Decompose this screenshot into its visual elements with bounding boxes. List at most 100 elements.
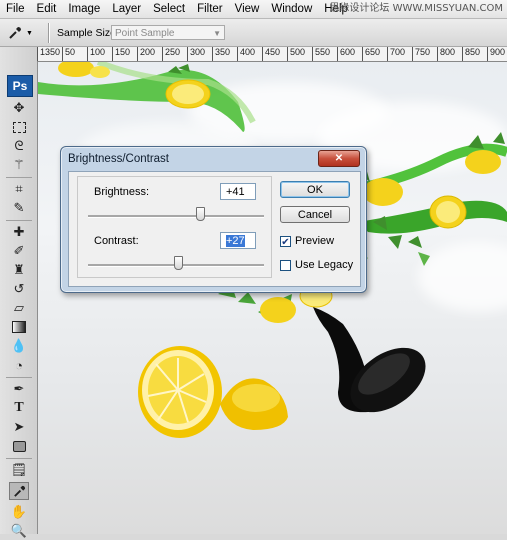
cancel-button[interactable]: Cancel xyxy=(280,206,350,223)
adjustment-group: Brightness: +41 Contrast: +27 xyxy=(77,176,272,278)
ruler-tick: 750 xyxy=(412,47,430,61)
brightness-contrast-dialog: Brightness/Contrast ✕ Brightness: +41 Co… xyxy=(60,146,367,293)
close-button[interactable]: ✕ xyxy=(318,150,360,167)
clone-stamp-icon[interactable]: ♜ xyxy=(9,261,29,279)
ruler-tick: 400 xyxy=(237,47,255,61)
use-legacy-option[interactable]: Use Legacy xyxy=(280,259,353,271)
dodge-icon[interactable]: ◔ xyxy=(9,356,29,374)
ruler-tick: 300 xyxy=(187,47,205,61)
lemon xyxy=(363,178,403,206)
artwork xyxy=(38,62,507,438)
use-legacy-checkbox[interactable] xyxy=(280,259,291,271)
ruler-tick: 200 xyxy=(137,47,155,61)
toolbox: Ps ✥ ᘓ ⚚ ⌗ ✎ ✚ ✐ ♜ ↺ ▱ 💧 ◔ ✒ T ➤ 🗒 ✋ 🔍 xyxy=(0,47,38,538)
lemon xyxy=(58,62,94,77)
magic-wand-icon[interactable]: ⚚ xyxy=(9,156,29,174)
preview-checkbox[interactable]: ✔ xyxy=(280,235,291,248)
ruler-tick: 800 xyxy=(437,47,455,61)
options-separator xyxy=(48,23,49,43)
contrast-slider-thumb[interactable] xyxy=(174,256,184,270)
lemon-slice xyxy=(436,201,460,223)
contrast-value: +27 xyxy=(226,235,245,247)
ruler-tick: 150 xyxy=(112,47,130,61)
ruler-tick: 900 xyxy=(487,47,505,61)
pen-icon[interactable]: ✒ xyxy=(9,380,29,398)
ruler-tick: 700 xyxy=(387,47,405,61)
sample-size-select[interactable]: Point Sample ▼ xyxy=(111,25,225,40)
brush-icon[interactable]: ✐ xyxy=(9,242,29,260)
brightness-slider-track[interactable] xyxy=(88,215,264,218)
blur-icon[interactable]: 💧 xyxy=(9,337,29,355)
notes-icon[interactable]: 🗒 xyxy=(9,461,29,479)
options-bar: ▼ Sample Size: Point Sample ▼ xyxy=(0,19,507,47)
healing-brush-icon[interactable]: ✚ xyxy=(9,223,29,241)
lemon xyxy=(90,66,110,78)
ruler-tick: 450 xyxy=(262,47,280,61)
dialog-body: Brightness: +41 Contrast: +27 OK Cancel … xyxy=(68,171,361,287)
brightness-label: Brightness: xyxy=(94,186,150,198)
sample-size-value: Point Sample xyxy=(115,28,175,39)
brightness-field[interactable]: +41 xyxy=(220,183,256,200)
zoom-icon[interactable]: 🔍 xyxy=(9,522,29,540)
contrast-field[interactable]: +27 xyxy=(220,232,256,249)
type-icon[interactable]: T xyxy=(9,399,29,417)
marquee-icon[interactable] xyxy=(9,118,29,136)
eyedropper-icon[interactable] xyxy=(9,482,29,500)
toolbox-divider xyxy=(6,458,32,459)
path-selection-icon[interactable]: ➤ xyxy=(9,418,29,436)
toolbox-divider xyxy=(6,220,32,221)
photoshop-logo[interactable]: Ps xyxy=(7,75,33,97)
lemon-slice xyxy=(172,84,204,104)
menu-select[interactable]: Select xyxy=(147,0,191,18)
green-ribbon xyxy=(38,70,245,132)
gradient-icon[interactable] xyxy=(9,318,29,336)
watermark: 思缘设计论坛 WWW.MISSYUAN.COM xyxy=(329,3,503,14)
brightness-value: +41 xyxy=(226,186,245,198)
horizontal-ruler[interactable]: 1350 50 100 150 200 250 300 350 400 450 500 550 600 6… xyxy=(37,47,507,62)
ruler-tick: 600 xyxy=(337,47,355,61)
ok-button[interactable]: OK xyxy=(280,181,350,198)
menu-bar: File Edit Image Layer Select Filter View… xyxy=(0,0,507,19)
hand-icon[interactable]: ✋ xyxy=(9,503,29,521)
tool-preset-picker[interactable]: ▼ xyxy=(8,24,38,42)
chevron-down-icon: ▼ xyxy=(213,29,221,38)
menu-window[interactable]: Window xyxy=(265,0,318,18)
contrast-label: Contrast: xyxy=(94,235,139,247)
ruler-tick: 1350 xyxy=(37,47,60,61)
lemon-wedge xyxy=(232,384,280,412)
dialog-title: Brightness/Contrast xyxy=(68,153,169,165)
shape-icon[interactable] xyxy=(9,437,29,455)
history-brush-icon[interactable]: ↺ xyxy=(9,280,29,298)
leaf xyxy=(358,252,430,266)
ruler-tick: 50 xyxy=(62,47,75,61)
preview-label: Preview xyxy=(295,235,335,247)
use-legacy-label: Use Legacy xyxy=(295,259,354,271)
close-icon: ✕ xyxy=(334,153,344,164)
sample-size-label: Sample Size: xyxy=(57,27,119,39)
ruler-tick: 350 xyxy=(212,47,230,61)
menu-edit[interactable]: Edit xyxy=(31,0,63,18)
menu-view[interactable]: View xyxy=(229,0,266,18)
document-canvas[interactable] xyxy=(38,62,507,534)
brightness-slider-thumb[interactable] xyxy=(196,207,206,221)
ruler-tick: 650 xyxy=(362,47,380,61)
slice-icon[interactable]: ✎ xyxy=(9,199,29,217)
move-icon[interactable]: ✥ xyxy=(9,99,29,117)
lasso-icon[interactable]: ᘓ xyxy=(9,137,29,155)
ruler-tick: 250 xyxy=(162,47,180,61)
ruler-tick: 100 xyxy=(87,47,105,61)
menu-image[interactable]: Image xyxy=(62,0,106,18)
toolbox-divider xyxy=(6,377,32,378)
lemon xyxy=(465,150,501,174)
ruler-tick: 850 xyxy=(462,47,480,61)
menu-filter[interactable]: Filter xyxy=(191,0,229,18)
preview-option[interactable]: ✔ Preview xyxy=(280,235,335,248)
menu-file[interactable]: File xyxy=(0,0,31,18)
ruler-tick: 500 xyxy=(287,47,305,61)
ruler-tick: 550 xyxy=(312,47,330,61)
lemon xyxy=(260,297,296,323)
chevron-down-icon: ▼ xyxy=(26,29,33,37)
crop-icon[interactable]: ⌗ xyxy=(9,180,29,198)
menu-layer[interactable]: Layer xyxy=(106,0,147,18)
eraser-icon[interactable]: ▱ xyxy=(9,299,29,317)
